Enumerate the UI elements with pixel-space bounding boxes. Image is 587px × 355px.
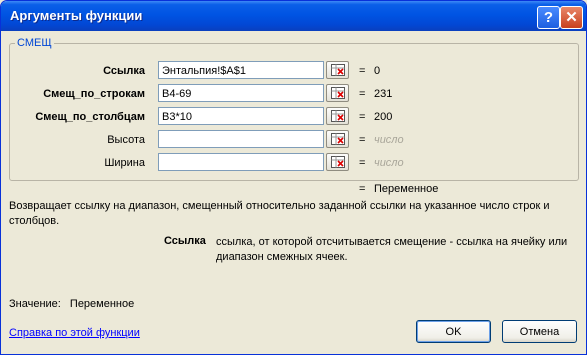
help-button[interactable]: ? (537, 6, 560, 29)
dialog-title: Аргументы функции (10, 8, 143, 23)
collapse-dialog-button-cols[interactable] (326, 107, 349, 125)
collapse-dialog-button-height[interactable] (326, 130, 349, 148)
arg-input-width[interactable] (158, 153, 324, 171)
equals-sign: = (359, 157, 366, 169)
equals-sign: = (359, 88, 366, 100)
current-arg-name: Ссылка (164, 235, 206, 247)
formula-value-row: Значение: Переменное (9, 298, 134, 310)
arg-result-width: число (374, 157, 404, 169)
collapse-dialog-button-reference[interactable] (326, 61, 349, 79)
arg-input-height[interactable] (158, 130, 324, 148)
arg-input-rows[interactable]: B4-69 (158, 84, 324, 102)
arg-result-cols: 200 (374, 111, 393, 123)
help-link[interactable]: Справка по этой функции (9, 327, 140, 339)
overall-result: Переменное (374, 183, 439, 195)
function-arguments-dialog: Аргументы функции ? ✕ СМЕЩ Ссылка Энталь… (0, 0, 587, 355)
value-text: Переменное (69, 298, 135, 310)
value-label: Значение: (9, 298, 61, 310)
current-arg-description: ссылка, от которой отсчитывается смещени… (216, 236, 568, 263)
help-icon: ? (543, 9, 554, 26)
function-description: Возвращает ссылку на диапазон, смещенный… (9, 200, 550, 227)
arg-result-height: число (374, 134, 404, 146)
close-button[interactable]: ✕ (560, 6, 583, 29)
arg-label-reference: Ссылка (103, 65, 145, 77)
range-select-icon (331, 64, 345, 76)
equals-sign: = (359, 65, 366, 77)
cancel-button[interactable]: Отмена (502, 320, 577, 343)
close-icon: ✕ (565, 9, 578, 26)
overall-equals-sign: = (359, 183, 366, 195)
arg-input-cols[interactable]: B3*10 (158, 107, 324, 125)
equals-sign: = (359, 111, 366, 123)
arg-label-cols: Смещ_по_столбцам (35, 111, 145, 123)
arg-label-width: Ширина (104, 157, 145, 169)
arg-input-reference[interactable]: Энтальпия!$A$1 (158, 61, 324, 79)
arg-result-reference: 0 (374, 65, 381, 77)
title-bar[interactable]: Аргументы функции ? ✕ (1, 1, 586, 31)
range-select-icon (331, 110, 345, 122)
arg-result-rows: 231 (374, 88, 393, 100)
arg-label-height: Высота (107, 134, 145, 146)
collapse-dialog-button-rows[interactable] (326, 84, 349, 102)
ok-button[interactable]: OK (416, 320, 491, 343)
range-select-icon (331, 156, 345, 168)
range-select-icon (331, 87, 345, 99)
function-name-label: СМЕЩ (15, 37, 54, 49)
equals-sign: = (359, 134, 366, 146)
range-select-icon (331, 133, 345, 145)
arg-label-rows: Смещ_по_строкам (43, 88, 145, 100)
collapse-dialog-button-width[interactable] (326, 153, 349, 171)
